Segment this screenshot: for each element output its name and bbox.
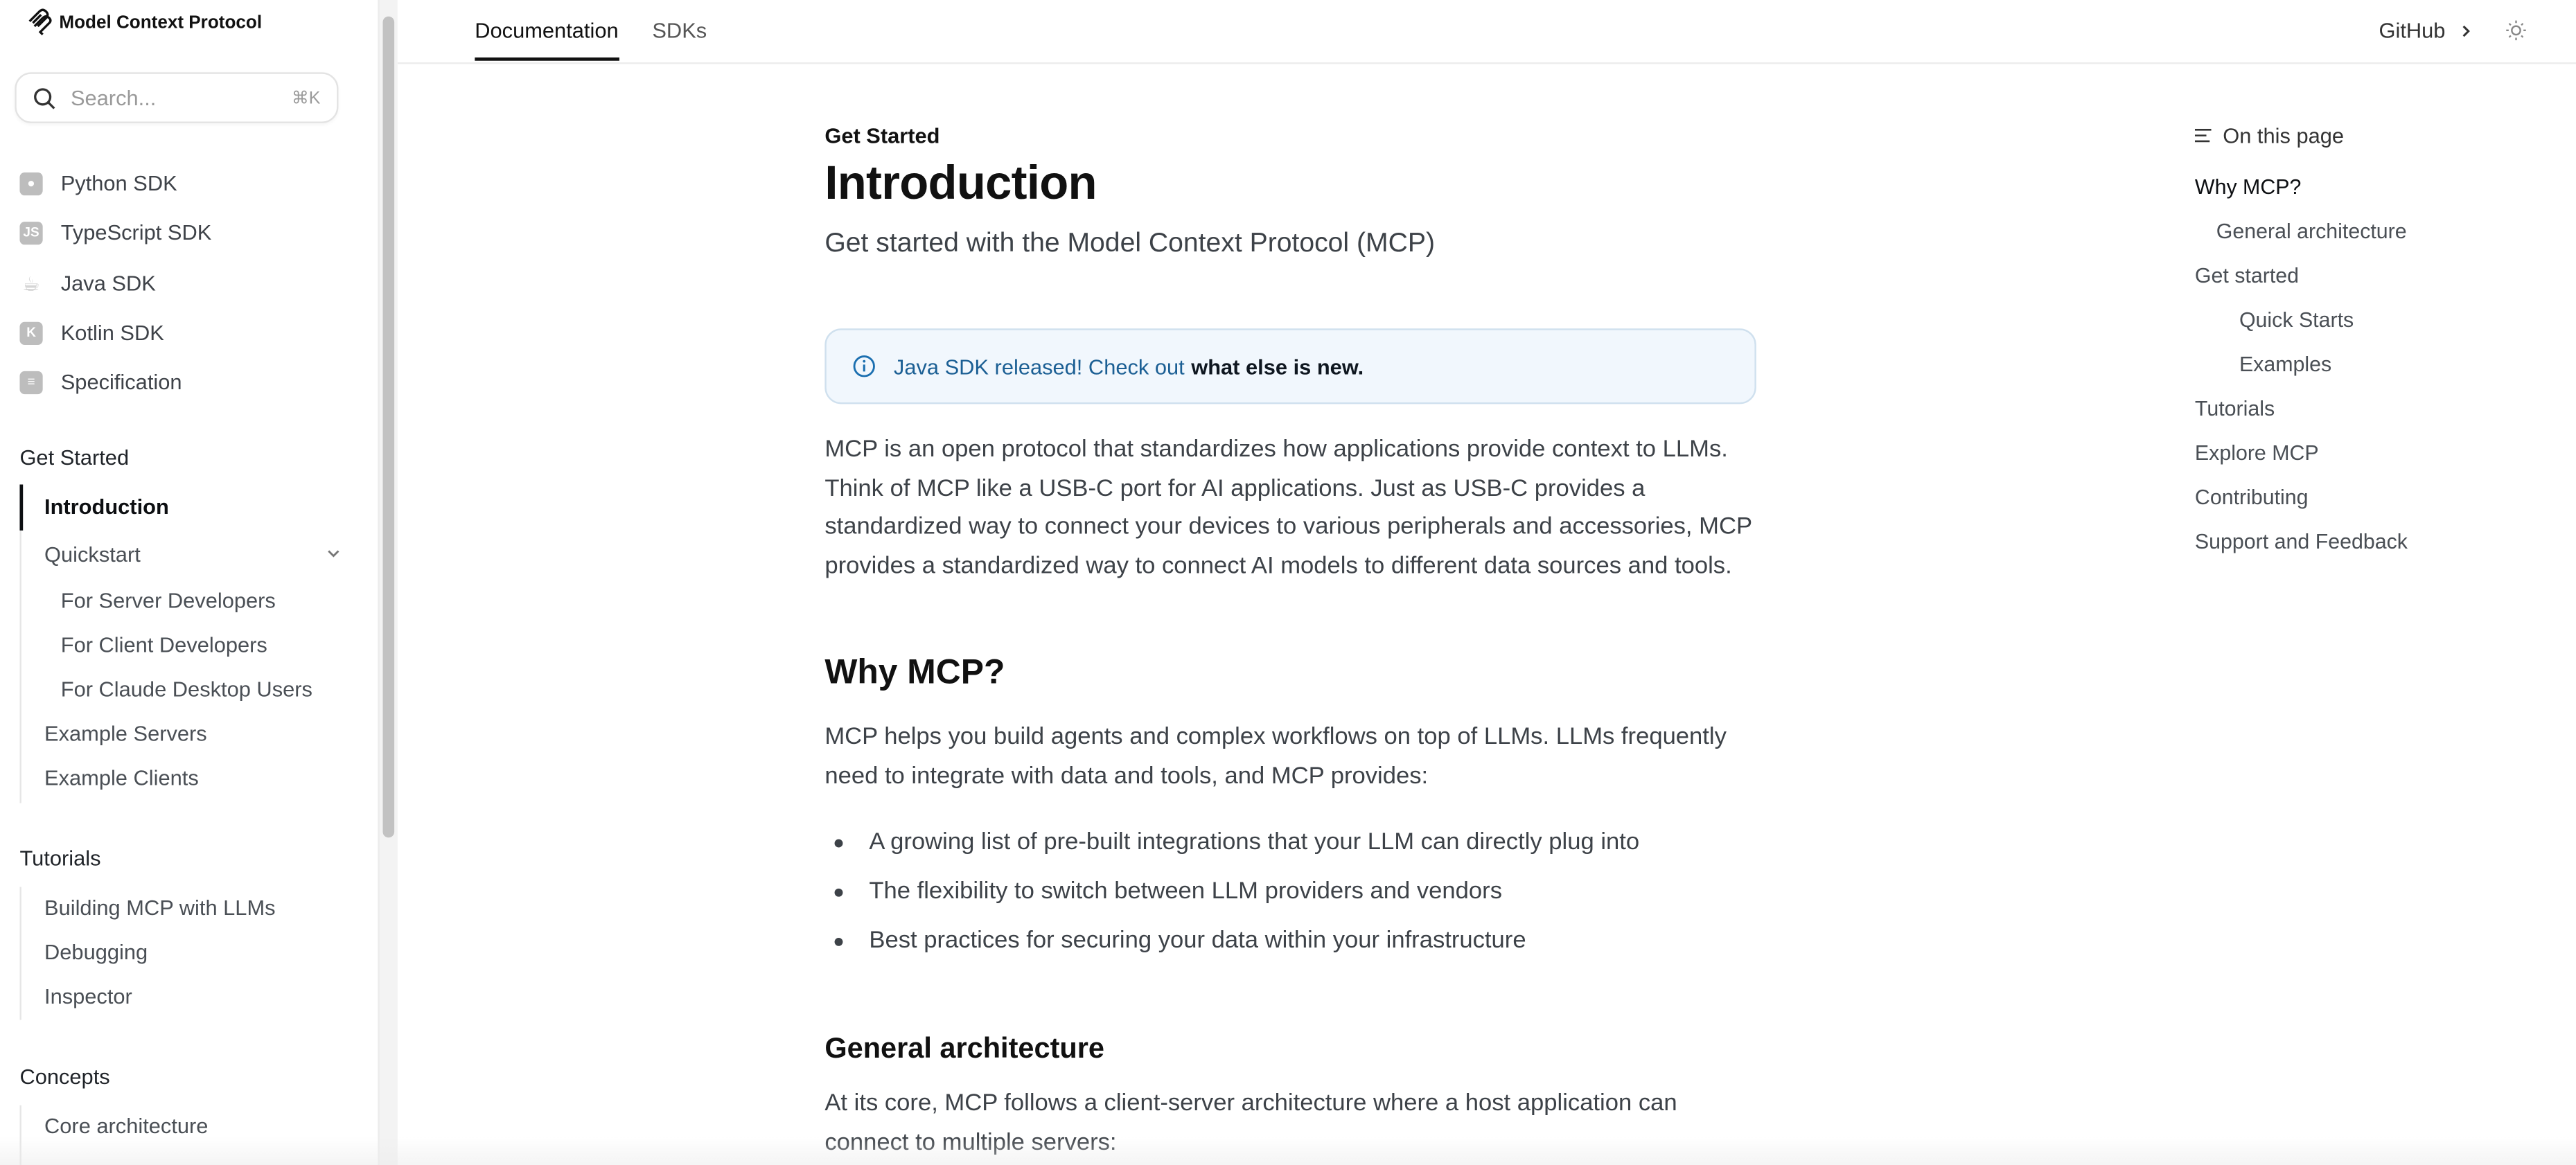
section-title-tutorials: Tutorials — [19, 846, 101, 871]
sidebar-item-building-mcp[interactable]: Building MCP with LLMs — [44, 895, 276, 920]
sidebar-item-label: Specification — [60, 369, 182, 395]
chevron-down-icon[interactable] — [327, 547, 340, 560]
info-icon — [853, 355, 875, 377]
toc-item-explore-mcp[interactable]: Explore MCP — [2195, 440, 2319, 465]
active-tab-underline — [475, 57, 619, 61]
search-icon — [34, 87, 55, 109]
sidebar-item-label: Python SDK — [60, 170, 177, 196]
why-paragraph: MCP helps you build agents and complex w… — [824, 724, 1727, 790]
brand-name: Model Context Protocol — [59, 12, 263, 33]
toc-item-support-feedback[interactable]: Support and Feedback — [2195, 529, 2408, 554]
sidebar-item-inspector[interactable]: Inspector — [44, 984, 132, 1008]
search-shortcut: ⌘K — [291, 87, 321, 108]
chevron-right-icon — [2462, 25, 2471, 37]
list-item: The flexibility to switch between LLM pr… — [835, 879, 1502, 905]
nav-rail — [19, 484, 21, 803]
sidebar-item-debugging[interactable]: Debugging — [44, 939, 148, 964]
kotlin-icon: K — [19, 321, 43, 344]
sidebar: Model Context Protocol Search... ⌘K ● Py… — [0, 0, 378, 1165]
toc-item-general-architecture[interactable]: General architecture — [2216, 218, 2407, 243]
sidebar-item-label: Kotlin SDK — [60, 320, 164, 345]
search-input[interactable]: Search... ⌘K — [15, 72, 339, 123]
callout-text: Java SDK released! Check out — [893, 353, 1185, 379]
toc-item-quick-starts[interactable]: Quick Starts — [2239, 307, 2354, 332]
page-eyebrow: Get Started — [824, 123, 940, 148]
github-link[interactable]: GitHub — [2379, 18, 2472, 43]
theme-toggle-sun-icon[interactable] — [2505, 19, 2527, 41]
heading-general-architecture: General architecture — [824, 1031, 1104, 1065]
sidebar-item-introduction[interactable]: Introduction — [44, 495, 169, 519]
list-item-text: A growing list of pre-built integrations… — [869, 829, 1640, 856]
sidebar-item-kotlin-sdk[interactable]: K Kotlin SDK — [19, 320, 164, 345]
brand-logo[interactable]: Model Context Protocol — [25, 8, 263, 36]
page-subtitle: Get started with the Model Context Proto… — [824, 228, 1436, 258]
list-item: Best practices for securing your data wi… — [835, 928, 1526, 954]
sidebar-item-quickstart[interactable]: Quickstart — [44, 542, 141, 567]
sidebar-item-claude-desktop-users[interactable]: For Claude Desktop Users — [61, 677, 312, 702]
sidebar-item-label: TypeScript SDK — [60, 220, 212, 245]
sidebar-scrollbar[interactable] — [378, 0, 398, 1165]
nav-rail — [19, 887, 21, 1020]
list-icon — [2194, 129, 2212, 143]
section-title-concepts: Concepts — [19, 1064, 110, 1090]
top-bar — [397, 0, 2576, 64]
scrollbar-thumb[interactable] — [382, 16, 395, 838]
typescript-icon: JS — [19, 220, 43, 244]
sidebar-item-server-developers[interactable]: For Server Developers — [61, 588, 276, 613]
toc-item-why-mcp[interactable]: Why MCP? — [2195, 174, 2301, 199]
sidebar-item-core-architecture[interactable]: Core architecture — [44, 1114, 208, 1139]
sidebar-item-client-developers[interactable]: For Client Developers — [61, 632, 267, 657]
sidebar-item-typescript-sdk[interactable]: JS TypeScript SDK — [19, 220, 212, 245]
heading-why-mcp: Why MCP? — [824, 653, 1005, 692]
callout-link[interactable]: what else is new. — [1191, 354, 1364, 379]
book-icon: ≡ — [19, 370, 43, 393]
list-item: A growing list of pre-built integrations… — [835, 829, 1640, 856]
tab-sdks[interactable]: SDKs — [652, 18, 707, 43]
toc-item-tutorials[interactable]: Tutorials — [2195, 395, 2275, 420]
sidebar-item-python-sdk[interactable]: ● Python SDK — [19, 170, 177, 196]
section-title-get-started: Get Started — [19, 445, 130, 470]
toc-item-get-started[interactable]: Get started — [2195, 263, 2299, 287]
sidebar-item-example-clients[interactable]: Example Clients — [44, 765, 199, 790]
bottom-fade — [0, 1135, 2576, 1165]
toc-header: On this page — [2194, 123, 2345, 148]
page-title: Introduction — [824, 157, 1097, 211]
toc-item-examples[interactable]: Examples — [2239, 351, 2331, 376]
java-icon: ☕ — [22, 272, 40, 295]
sidebar-item-label: Java SDK — [60, 271, 156, 296]
toc-item-contributing[interactable]: Contributing — [2195, 485, 2309, 510]
sidebar-item-specification[interactable]: ≡ Specification — [19, 369, 182, 395]
search-placeholder: Search... — [70, 85, 157, 110]
sidebar-item-java-sdk[interactable]: ☕ Java SDK — [19, 271, 156, 296]
tab-documentation[interactable]: Documentation — [475, 18, 618, 43]
mcp-logo-icon — [28, 8, 52, 35]
active-indicator — [19, 484, 24, 531]
list-item-text: Best practices for securing your data wi… — [869, 927, 1526, 954]
toc-title: On this page — [2223, 123, 2345, 148]
list-item-text: The flexibility to switch between LLM pr… — [869, 878, 1503, 905]
intro-paragraph: MCP is an open protocol that standardize… — [824, 436, 1752, 580]
sidebar-item-example-servers[interactable]: Example Servers — [44, 721, 207, 746]
python-icon: ● — [19, 171, 43, 195]
github-label: GitHub — [2379, 18, 2446, 43]
info-callout: Java SDK released! Check out what else i… — [824, 328, 1756, 404]
